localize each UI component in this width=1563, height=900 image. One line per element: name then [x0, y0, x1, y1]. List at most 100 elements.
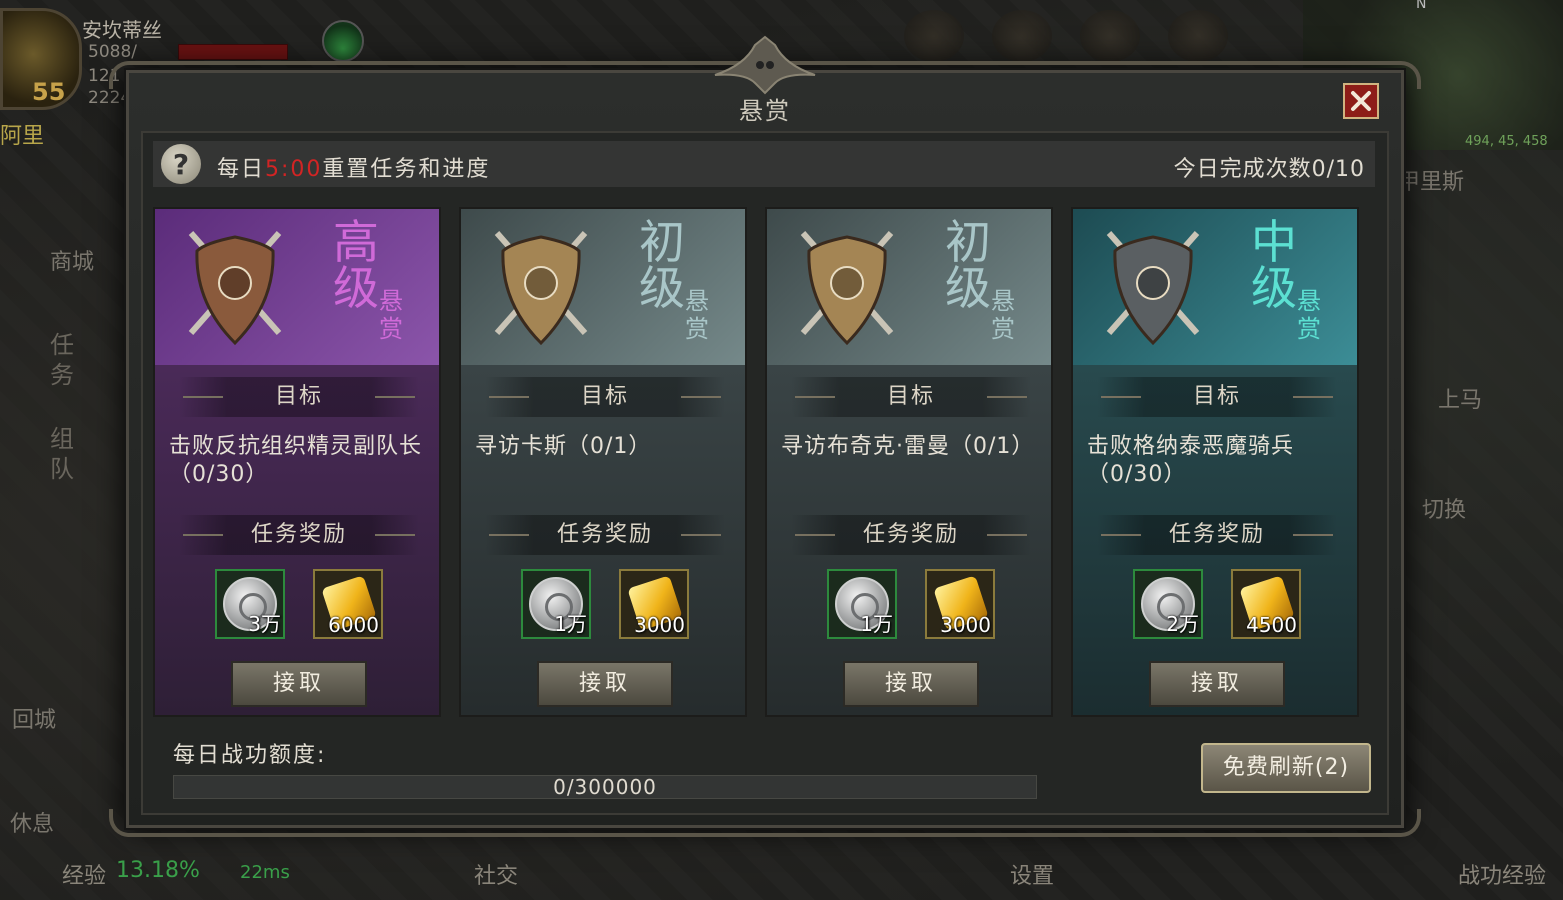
shield-icon — [800, 231, 894, 346]
target-heading: 目标 — [1097, 377, 1337, 417]
accept-button[interactable]: 接取 — [231, 661, 367, 707]
shop-button[interactable]: 商城 — [50, 244, 94, 276]
task-tab[interactable]: 任务 — [50, 330, 76, 390]
reset-info-prefix: 每日 — [217, 157, 266, 182]
card-grade: 中级 — [1251, 215, 1297, 315]
bounty-card-2: 初级 悬赏 目标 寻访卡斯（0/1） 任务奖励 1万 3000 接取 — [459, 207, 747, 717]
status-orb — [322, 20, 364, 62]
accept-button[interactable]: 接取 — [537, 661, 673, 707]
return-city-button[interactable]: 回城 — [12, 702, 56, 734]
shield-icon — [1106, 231, 1200, 346]
rest-button[interactable]: 休息 — [10, 806, 54, 838]
silver-amount: 3万 — [248, 612, 281, 636]
team-tab[interactable]: 组队 — [50, 424, 76, 484]
close-button[interactable] — [1343, 83, 1379, 119]
target-text: 寻访卡斯（0/1） — [475, 434, 652, 459]
target-heading: 目标 — [179, 377, 419, 417]
card-grade-sub: 悬赏 — [1297, 287, 1321, 343]
help-button[interactable]: ? — [161, 144, 201, 184]
accept-button[interactable]: 接取 — [843, 661, 979, 707]
card-body: 目标 寻访布奇克·雷曼（0/1） 任务奖励 1万 3000 接取 — [767, 365, 1051, 715]
compass-north: N — [1416, 0, 1427, 12]
exp-value: 13.18% — [116, 858, 200, 883]
card-grade-sub: 悬赏 — [379, 287, 403, 343]
card-body: 目标 击败格纳泰恶魔骑兵（0/30） 任务奖励 2万 4500 接取 — [1073, 365, 1357, 715]
card-grade: 高级 — [333, 215, 379, 315]
card-header: 高级 悬赏 — [155, 209, 439, 365]
target-text: 击败反抗组织精灵副队长（0/30） — [169, 434, 423, 487]
reward-heading: 任务奖励 — [485, 515, 725, 555]
merit-exp-label: 战功经验 — [1458, 864, 1547, 889]
gold-amount: 3000 — [634, 613, 685, 637]
reset-info-suffix: 重置任务和进度 — [322, 157, 491, 182]
daily-merit-quota-bar: 0/300000 — [173, 775, 1037, 799]
card-header: 初级 悬赏 — [461, 209, 745, 365]
card-body: 目标 寻访卡斯（0/1） 任务奖励 1万 3000 接取 — [461, 365, 745, 715]
bounty-card-1: 高级 悬赏 目标 击败反抗组织精灵副队长（0/30） 任务奖励 3万 6000 … — [153, 207, 441, 717]
gold-amount: 3000 — [940, 613, 991, 637]
card-grade-sub: 悬赏 — [991, 287, 1015, 343]
dialog-title: 悬赏 — [739, 97, 791, 125]
help-icon: ? — [172, 147, 190, 181]
silver-reward[interactable]: 3万 — [215, 569, 285, 639]
location-right-label: 甲里斯 — [1398, 170, 1465, 195]
gold-amount: 6000 — [328, 613, 379, 637]
accept-button[interactable]: 接取 — [1149, 661, 1285, 707]
target-heading: 目标 — [485, 377, 725, 417]
gold-reward[interactable]: 3000 — [925, 569, 995, 639]
card-grade: 初级 — [945, 215, 991, 315]
ping-value: 22ms — [240, 862, 290, 883]
switch-button[interactable]: 切换 — [1422, 492, 1466, 524]
player-hp-text: 5088/ — [88, 42, 137, 62]
gold-reward[interactable]: 3000 — [619, 569, 689, 639]
reward-heading: 任务奖励 — [1097, 515, 1337, 555]
card-body: 目标 击败反抗组织精灵副队长（0/30） 任务奖励 3万 6000 接取 — [155, 365, 439, 715]
target-text: 击败格纳泰恶魔骑兵（0/30） — [1087, 434, 1295, 487]
reward-heading: 任务奖励 — [179, 515, 419, 555]
gold-reward[interactable]: 4500 — [1231, 569, 1301, 639]
daily-merit-quota-value: 0/300000 — [553, 775, 657, 799]
map-coordinates: 494, 45, 458 — [1465, 134, 1548, 149]
exp-label: 经验 — [62, 864, 107, 889]
card-grade-sub: 悬赏 — [685, 287, 709, 343]
gold-reward[interactable]: 6000 — [313, 569, 383, 639]
info-bar: ? 每日5:00重置任务和进度 今日完成次数0/10 — [153, 141, 1375, 187]
silver-amount: 1万 — [860, 612, 893, 636]
player-level: 55 — [32, 78, 66, 106]
dialog-content: ? 每日5:00重置任务和进度 今日完成次数0/10 高级 悬赏 目标 击败反抗… — [141, 131, 1389, 815]
reward-heading: 任务奖励 — [791, 515, 1031, 555]
card-grade: 初级 — [639, 215, 685, 315]
shield-icon — [494, 231, 588, 346]
silver-reward[interactable]: 2万 — [1133, 569, 1203, 639]
player-exp-text: 2224 — [88, 88, 132, 108]
daily-completion-count: 今日完成次数0/10 — [1173, 157, 1365, 182]
mount-button[interactable]: 上马 — [1438, 382, 1482, 414]
card-header: 中级 悬赏 — [1073, 209, 1357, 365]
hud-menu-icon-1[interactable] — [904, 10, 964, 62]
location-left-label: 阿里 — [0, 124, 45, 149]
skull-crest-icon — [714, 35, 816, 95]
free-refresh-button[interactable]: 免费刷新(2) — [1201, 743, 1371, 793]
bounty-card-4: 中级 悬赏 目标 击败格纳泰恶魔骑兵（0/30） 任务奖励 2万 4500 接取 — [1071, 207, 1359, 717]
gold-amount: 4500 — [1246, 613, 1297, 637]
daily-merit-quota-label: 每日战功额度: — [173, 743, 327, 768]
player-hp-bar — [178, 44, 288, 60]
player-name: 安坎蒂丝 — [82, 18, 162, 42]
close-icon — [1351, 91, 1371, 111]
hud-menu-icon-3[interactable] — [1080, 10, 1140, 62]
social-button[interactable]: 社交 — [474, 858, 518, 890]
silver-amount: 1万 — [554, 612, 587, 636]
settings-button[interactable]: 设置 — [1010, 858, 1054, 890]
card-header: 初级 悬赏 — [767, 209, 1051, 365]
bounty-dialog: 悬赏 ? 每日5:00重置任务和进度 今日完成次数0/10 高级 悬赏 目标 击… — [109, 35, 1421, 837]
reset-time: 5:00 — [265, 157, 323, 182]
silver-reward[interactable]: 1万 — [521, 569, 591, 639]
hud-menu-icon-4[interactable] — [1168, 10, 1228, 62]
reset-info: 每日5:00重置任务和进度 — [217, 151, 490, 183]
shield-icon — [188, 231, 282, 346]
hud-menu-icon-2[interactable] — [992, 10, 1052, 62]
silver-reward[interactable]: 1万 — [827, 569, 897, 639]
target-heading: 目标 — [791, 377, 1031, 417]
bounty-card-3: 初级 悬赏 目标 寻访布奇克·雷曼（0/1） 任务奖励 1万 3000 接取 — [765, 207, 1053, 717]
silver-amount: 2万 — [1166, 612, 1199, 636]
